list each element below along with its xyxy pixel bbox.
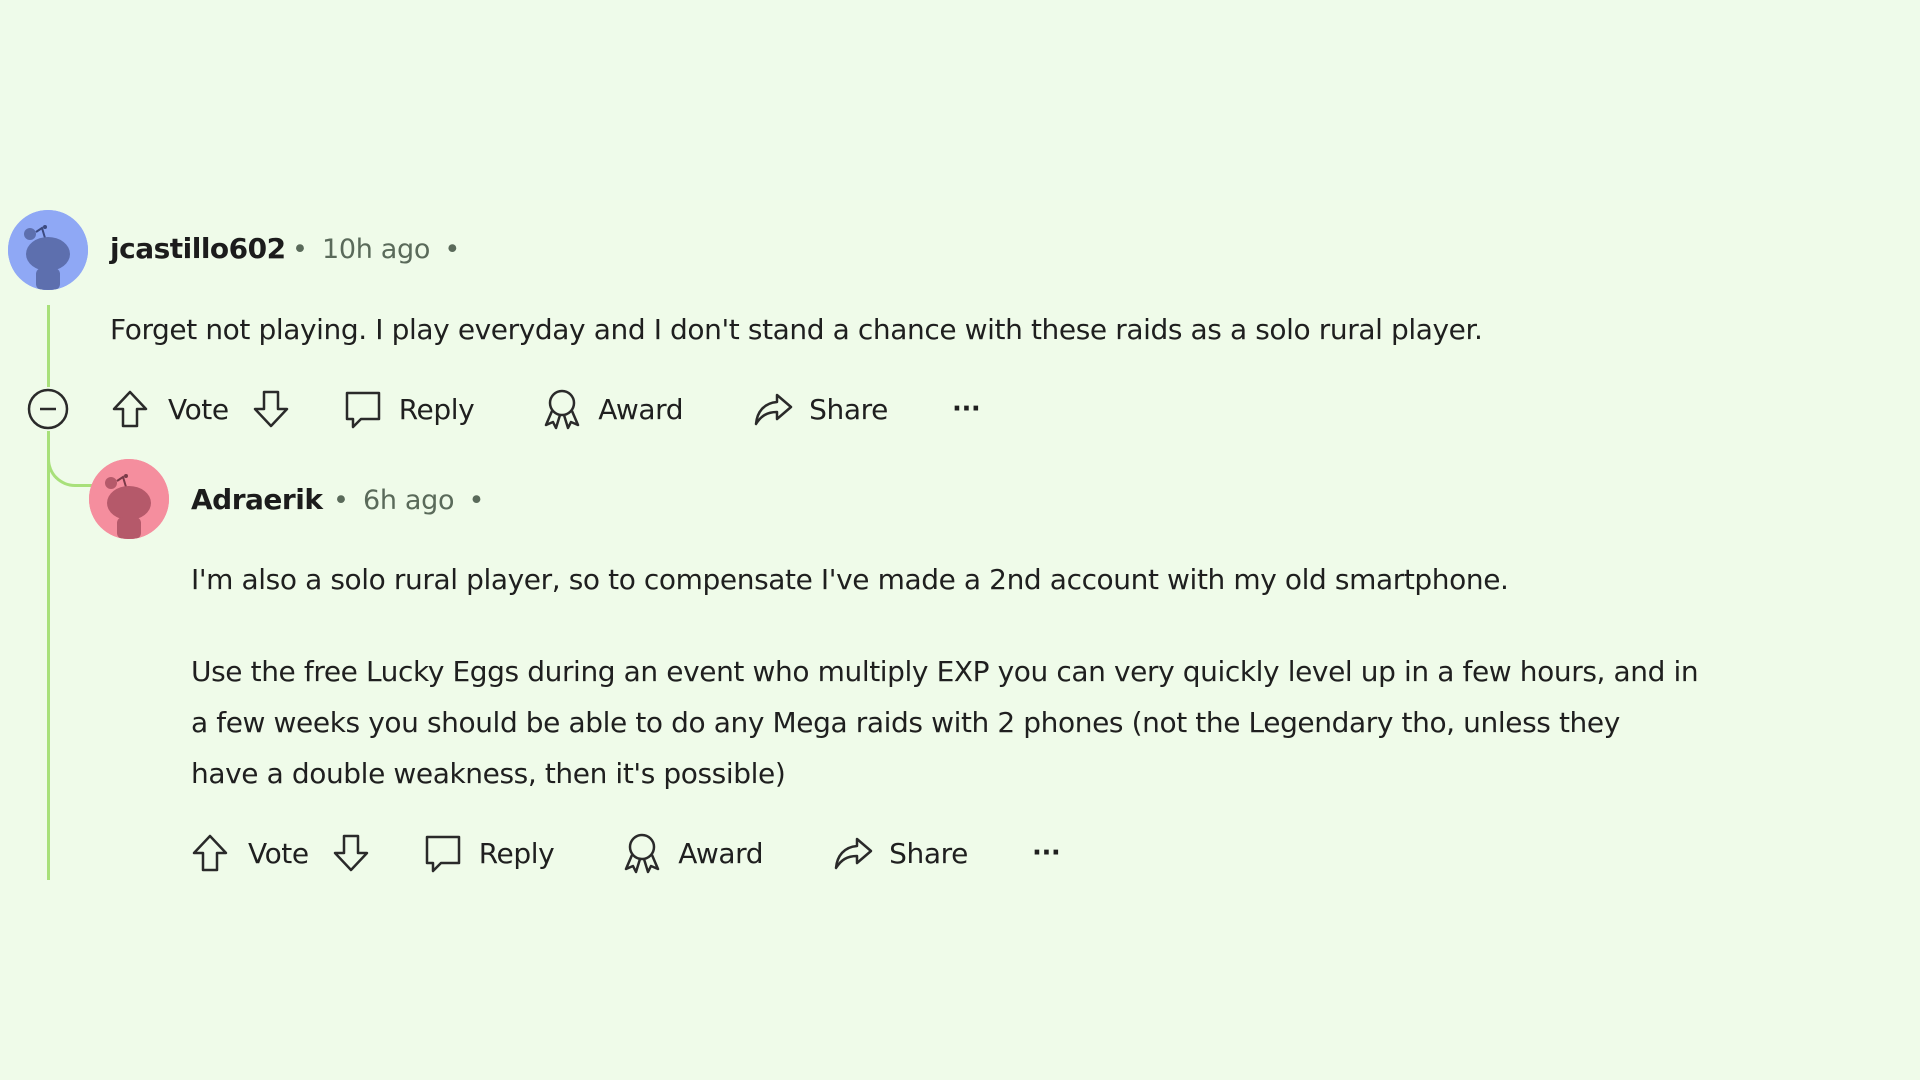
award-button[interactable]: Award xyxy=(540,387,684,431)
collapse-button[interactable] xyxy=(26,387,70,431)
award-label: Award xyxy=(598,392,684,426)
vote-label: Vote xyxy=(168,392,229,426)
arrow-down-icon xyxy=(253,390,288,428)
username-link[interactable]: Adraerik xyxy=(191,483,323,516)
share-arrow-icon xyxy=(834,837,873,870)
comment-actions: Vote Reply Award Share ··· xyxy=(188,828,1061,878)
avatar[interactable] xyxy=(89,459,169,539)
speech-bubble-icon xyxy=(345,391,380,429)
avatar[interactable] xyxy=(8,210,88,290)
share-label: Share xyxy=(809,392,888,426)
award-label: Award xyxy=(678,836,764,870)
comment-body: Forget not playing. I play everyday and … xyxy=(110,313,1483,346)
top-band xyxy=(0,0,1920,200)
reply-label: Reply xyxy=(478,836,555,870)
collapse-minus-circle-icon xyxy=(27,388,69,430)
vote-label: Vote xyxy=(248,836,309,870)
share-arrow-icon xyxy=(754,393,793,426)
separator-dot: • xyxy=(333,485,349,516)
thread-connector xyxy=(47,440,96,487)
speech-bubble-icon xyxy=(425,835,460,873)
timestamp[interactable]: 10h ago xyxy=(322,234,430,265)
share-button[interactable]: Share xyxy=(831,831,968,875)
paragraph-line: have a double weakness, then it's possib… xyxy=(191,757,786,790)
reddit-snoo-avatar-icon xyxy=(89,459,169,539)
separator-dot: • xyxy=(444,234,461,265)
share-button[interactable]: Share xyxy=(751,387,888,431)
downvote-button[interactable] xyxy=(329,831,373,875)
downvote-button[interactable] xyxy=(249,387,293,431)
paragraph-line: Use the free Lucky Eggs during an event … xyxy=(191,655,1699,688)
award-button[interactable]: Award xyxy=(620,831,764,875)
reply-button[interactable]: Reply xyxy=(421,831,555,875)
separator-dot: • xyxy=(292,234,308,265)
more-options-button[interactable]: ··· xyxy=(1032,838,1061,868)
arrow-down-icon xyxy=(333,834,368,872)
share-label: Share xyxy=(889,836,968,870)
award-ribbon-icon xyxy=(625,833,660,874)
username-link[interactable]: jcastillo602 xyxy=(110,232,286,265)
upvote-button[interactable] xyxy=(188,831,232,875)
arrow-up-icon xyxy=(112,390,148,428)
reddit-snoo-avatar-icon xyxy=(8,210,88,290)
timestamp[interactable]: 6h ago xyxy=(363,485,455,516)
upvote-button[interactable] xyxy=(108,387,152,431)
paragraph-line: a few weeks you should be able to do any… xyxy=(191,706,1620,739)
award-ribbon-icon xyxy=(545,389,580,430)
reply-button[interactable]: Reply xyxy=(341,387,475,431)
arrow-up-icon xyxy=(192,834,228,872)
reply-label: Reply xyxy=(398,392,475,426)
more-options-button[interactable]: ··· xyxy=(952,394,981,424)
paragraph: I'm also a solo rural player, so to comp… xyxy=(191,563,1509,596)
comment-actions: Vote Reply Award Share ··· xyxy=(26,384,981,434)
separator-dot: • xyxy=(468,485,485,516)
